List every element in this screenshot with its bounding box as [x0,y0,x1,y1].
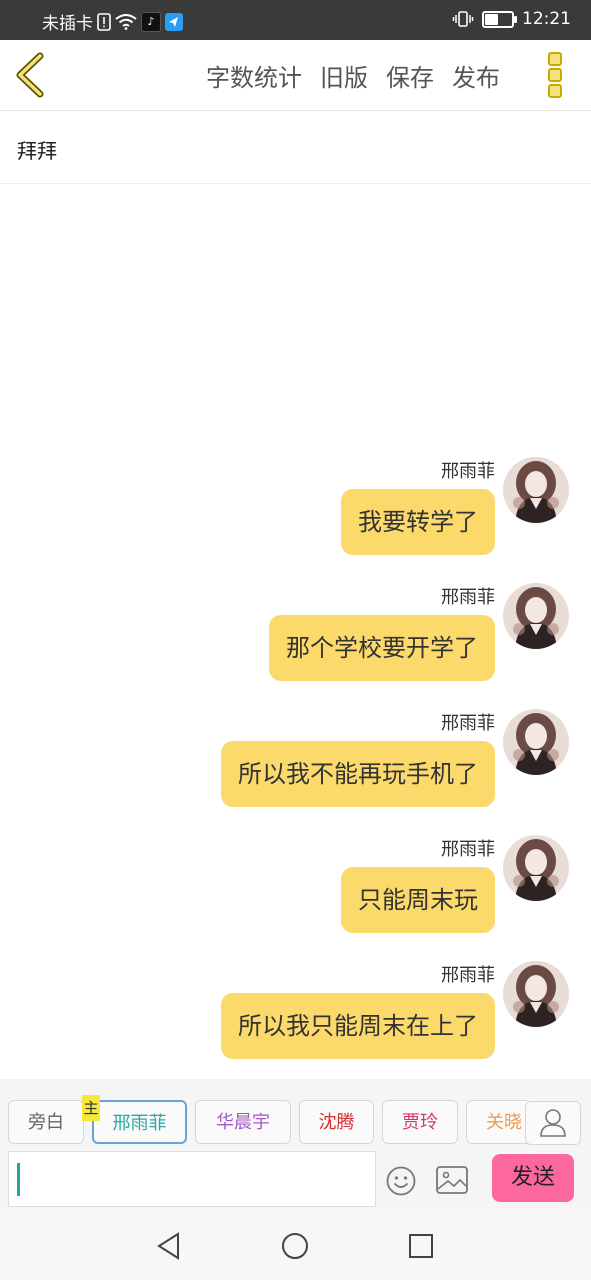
tiktok-icon: ♪ [141,11,161,32]
wifi-icon [115,13,137,30]
emoji-button[interactable] [385,1165,417,1197]
old-version-button[interactable]: 旧版 [320,58,368,93]
sender-name: 邢雨菲 [441,461,495,482]
sender-name: 邢雨菲 [441,587,495,608]
text-caret [17,1163,20,1196]
message-bubble[interactable]: 只能周末玩 [341,867,495,933]
nav-back-button[interactable] [154,1231,184,1261]
battery-icon [482,10,517,28]
nav-home-button[interactable] [280,1231,310,1261]
square-recents-icon [409,1234,433,1258]
message-bubble[interactable]: 那个学校要开学了 [269,615,495,681]
app-icon [165,12,183,31]
input-panel: 旁白 邢雨菲 华晨宇 沈腾 贾玲 关晓 主 发送 [0,1079,591,1211]
more-vertical-icon[interactable] [548,52,570,98]
word-count-button[interactable]: 字数统计 [206,58,302,93]
story-title[interactable]: 拜拜 [17,135,57,164]
message-row: 邢雨菲 所以我只能周末在上了 [0,961,591,1071]
role-chip[interactable]: 沈腾 [299,1100,374,1144]
vibrate-icon [452,11,474,27]
avatar[interactable] [503,457,569,523]
chat-area[interactable]: 邢雨菲 我要转学了 邢雨菲 那个学校要开学了 邢雨菲 所以我不能再玩手机了 邢雨… [0,184,591,1079]
role-chip[interactable]: 旁白 [8,1100,84,1144]
message-input[interactable] [8,1151,376,1207]
message-bubble[interactable]: 我要转学了 [341,489,495,555]
chevron-left-icon [16,52,44,98]
carrier-label: 未插卡 [42,14,93,34]
message-bubble[interactable]: 所以我不能再玩手机了 [221,741,495,807]
role-chip[interactable]: 关晓 [466,1100,528,1144]
back-button[interactable] [10,52,54,98]
image-button[interactable] [435,1165,469,1195]
image-icon [436,1166,468,1194]
smiley-icon [386,1166,416,1196]
clock: 12:21 [522,9,571,29]
sender-name: 邢雨菲 [441,839,495,860]
role-chip[interactable]: 华晨宇 [195,1100,291,1144]
message-row: 邢雨菲 所以我不能再玩手机了 [0,709,591,819]
send-button[interactable]: 发送 [492,1154,574,1202]
sender-name: 邢雨菲 [441,965,495,986]
sender-name: 邢雨菲 [441,713,495,734]
avatar[interactable] [503,583,569,649]
user-icon [540,1109,566,1137]
message-row: 邢雨菲 只能周末玩 [0,835,591,945]
title-row[interactable]: 拜拜 [0,111,591,184]
role-chip[interactable]: 贾玲 [382,1100,458,1144]
avatar[interactable] [503,835,569,901]
publish-button[interactable]: 发布 [452,58,500,93]
main-role-badge: 主 [82,1095,100,1121]
nav-recents-button[interactable] [406,1231,436,1261]
message-row: 邢雨菲 那个学校要开学了 [0,583,591,693]
sim-alert-icon [97,12,111,31]
avatar[interactable] [503,961,569,1027]
triangle-back-icon [157,1232,179,1260]
status-bar: 未插卡 ♪ 12:21 [0,0,591,40]
user-button[interactable] [525,1101,581,1145]
top-toolbar: 字数统计 旧版 保存 发布 [0,40,591,111]
navigation-bar [0,1211,591,1280]
role-chip[interactable]: 邢雨菲 [92,1100,187,1144]
avatar[interactable] [503,709,569,775]
message-bubble[interactable]: 所以我只能周末在上了 [221,993,495,1059]
toolbar-actions: 字数统计 旧版 保存 发布 [206,58,500,93]
save-button[interactable]: 保存 [386,58,434,93]
circle-home-icon [282,1233,308,1259]
message-row: 邢雨菲 我要转学了 [0,457,591,567]
